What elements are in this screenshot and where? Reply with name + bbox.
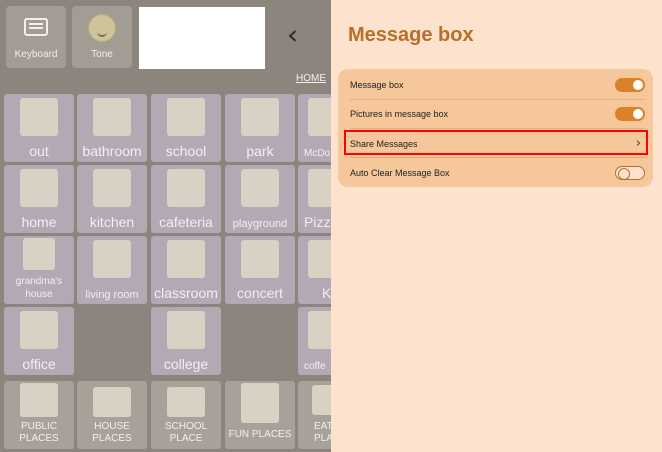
bathtub-icon [93,98,131,136]
grid-cell-classroom[interactable]: classroom [151,236,221,304]
setting-row-auto-clear[interactable]: Auto Clear Message Box [350,158,645,187]
message-box-settings-panel: Message box Message box Pictures in mess… [331,0,662,452]
category-house-places[interactable]: HOUSE PLACES [77,381,147,449]
grid-cell-bathroom[interactable]: bathroom [77,94,147,162]
keyboard-label: Keyboard [14,49,58,60]
share-messages-highlight [344,130,648,155]
keyboard-icon [24,18,48,36]
cafeteria-icon [167,169,205,207]
cell-label: playground [232,218,288,230]
grid-cell-playground[interactable]: playground [225,165,295,233]
tone-button[interactable]: Tone [72,6,132,68]
school-building-icon [167,387,205,417]
door-out-icon [20,98,58,136]
cell-label: cafeteria [159,214,213,230]
cell-label: home [21,214,57,230]
tone-label: Tone [91,49,113,60]
cell-label: classroom [154,285,218,301]
setting-label: Pictures in message box [350,108,449,119]
setting-row-message-box[interactable]: Message box [350,70,645,99]
grid-cell-office[interactable]: office [4,307,74,375]
keyboard-button[interactable]: Keyboard [6,6,66,68]
panel-title: Message box [348,24,474,46]
cell-label: office [22,356,56,372]
category-label: HOUSE PLACES [92,421,132,444]
cell-label: grandma's house [15,276,63,300]
breadcrumb-home[interactable]: HOME [296,73,326,84]
setting-label: Auto Clear Message Box [350,167,450,178]
rollercoaster-icon [241,383,279,423]
cell-label: kitchen [89,214,135,230]
grid-cell-out[interactable]: out [4,94,74,162]
teacher-icon [167,240,205,278]
performer-icon [241,240,279,278]
smiley-icon [88,14,116,42]
house-outline-icon [93,387,131,417]
setting-label: Message box [350,79,404,90]
grid-cell-concert[interactable]: concert [225,236,295,304]
people-icon [20,383,58,417]
category-fun-places[interactable]: FUN PLACES [225,381,295,449]
swing-set-icon [241,169,279,207]
grid-cell-college[interactable]: college [151,307,221,375]
cell-label: out [29,143,49,159]
grandma-icon [23,238,55,270]
cell-label: living room [85,289,139,301]
category-label: FUN PLACES [228,429,292,440]
cell-label: bathroom [82,143,142,159]
pictures-in-message-box-toggle[interactable] [615,106,645,121]
college-building-icon [167,311,205,349]
setting-row-pictures[interactable]: Pictures in message box [350,99,645,128]
park-bench-icon [241,98,279,136]
message-box-field[interactable] [139,7,265,69]
grid-cell-home[interactable]: home [4,165,74,233]
grid-cell-grandmas-house[interactable]: grandma's house [4,236,74,304]
grid-cell-kitchen[interactable]: kitchen [77,165,147,233]
category-public-places[interactable]: PUBLIC PLACES [4,381,74,449]
category-label: PUBLIC PLACES [19,421,59,444]
cell-label: concert [237,285,283,301]
grid-cell-cafeteria[interactable]: cafeteria [151,165,221,233]
auto-clear-toggle[interactable] [615,165,645,180]
sofa-icon [93,240,131,278]
cell-label: college [163,356,209,372]
settings-card: Message box Pictures in message box Shar… [338,69,653,187]
cell-label: park [246,143,274,159]
category-label: SCHOOL PLACE [165,421,208,444]
back-chevron-icon[interactable]: ‹ [287,18,298,51]
desk-icon [20,311,58,349]
cell-label: school [165,143,207,159]
category-school-place[interactable]: SCHOOL PLACE [151,381,221,449]
house-icon [20,169,58,207]
message-box-toggle[interactable] [615,77,645,92]
students-icon [167,98,205,136]
grid-cell-school[interactable]: school [151,94,221,162]
kitchen-icon [93,169,131,207]
grid-cell-living-room[interactable]: living room [77,236,147,304]
grid-cell-park[interactable]: park [225,94,295,162]
